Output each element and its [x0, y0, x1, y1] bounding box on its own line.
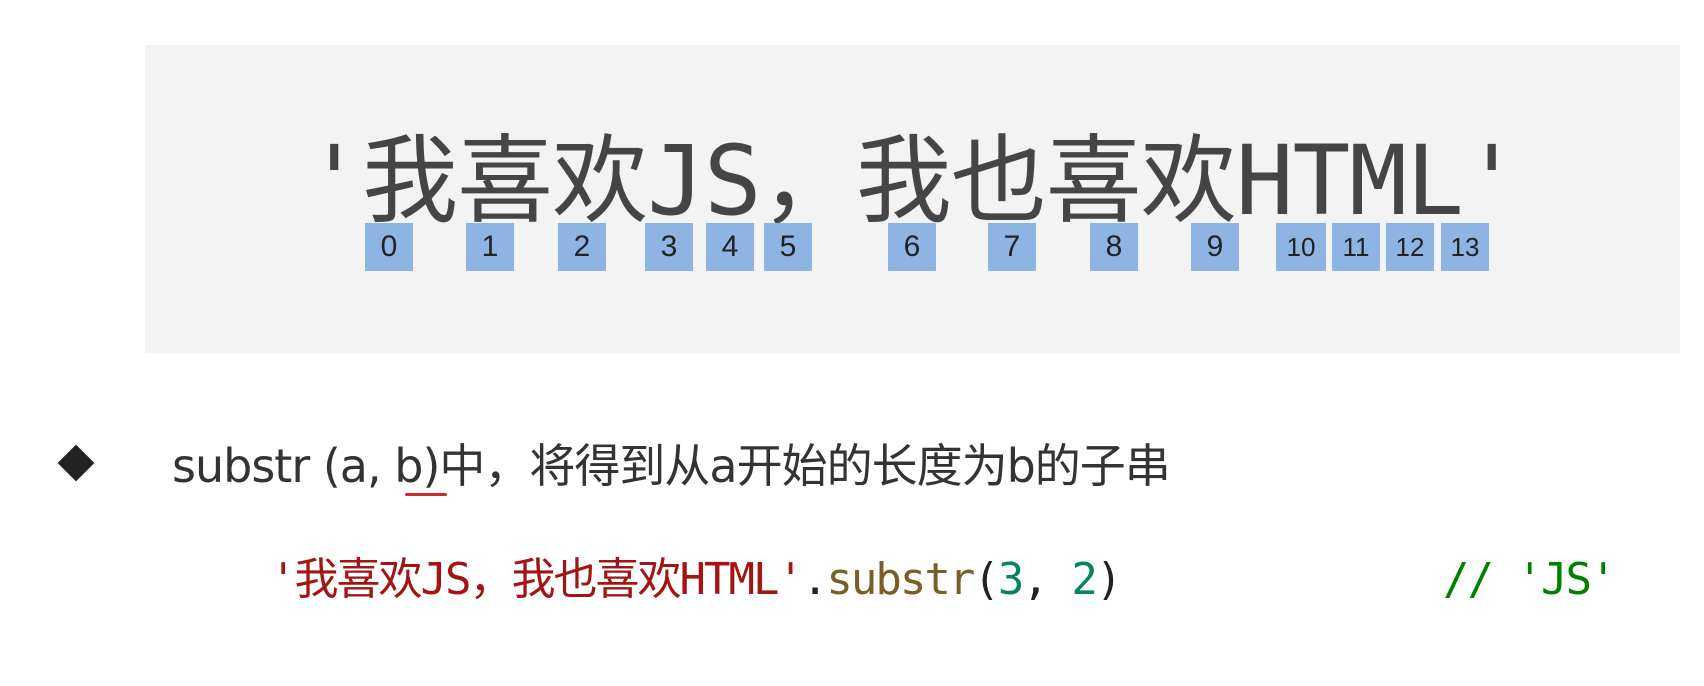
index-box-0: 0 — [365, 223, 413, 271]
red-underline-mark — [405, 493, 447, 496]
index-box-6: 6 — [888, 223, 936, 271]
code-close-paren: ) — [1095, 554, 1122, 605]
bullet-prefix: substr (a, — [172, 439, 395, 493]
index-box-2: 2 — [558, 223, 606, 271]
code-arg2: 2 — [1071, 554, 1097, 605]
code-example: '我喜欢JS，我也喜欢HTML'.substr(3, 2) — [270, 550, 1122, 610]
index-box-9: 9 — [1191, 223, 1239, 271]
index-box-8: 8 — [1090, 223, 1138, 271]
code-arg1: 3 — [997, 554, 1024, 605]
code-comma: , — [1022, 554, 1072, 605]
index-box-11: 11 — [1332, 223, 1380, 271]
code-comment: // 'JS' — [1443, 554, 1616, 605]
index-box-13: 13 — [1441, 223, 1489, 271]
index-box-1: 1 — [466, 223, 514, 271]
index-box-12: 12 — [1386, 223, 1434, 271]
index-box-7: 7 — [988, 223, 1036, 271]
diamond-bullet-icon — [57, 444, 95, 482]
code-dot: . — [801, 554, 828, 605]
bullet-suffix: )中，将得到从a开始的长度为b的子串 — [422, 439, 1170, 493]
bullet-description: substr (a, b)中，将得到从a开始的长度为b的子串 — [172, 436, 1171, 496]
code-string-literal: '我喜欢JS，我也喜欢HTML' — [270, 554, 804, 605]
param-b: b — [394, 439, 423, 493]
index-box-5: 5 — [764, 223, 812, 271]
code-open-paren: ( — [973, 554, 999, 605]
index-box-4: 4 — [706, 223, 754, 271]
index-box-10: 10 — [1276, 223, 1326, 271]
string-demo-box: '我喜欢JS，我也喜欢HTML' 0 1 2 3 4 5 6 7 8 9 10 … — [145, 45, 1680, 353]
code-method: substr — [826, 554, 975, 605]
index-box-3: 3 — [645, 223, 693, 271]
